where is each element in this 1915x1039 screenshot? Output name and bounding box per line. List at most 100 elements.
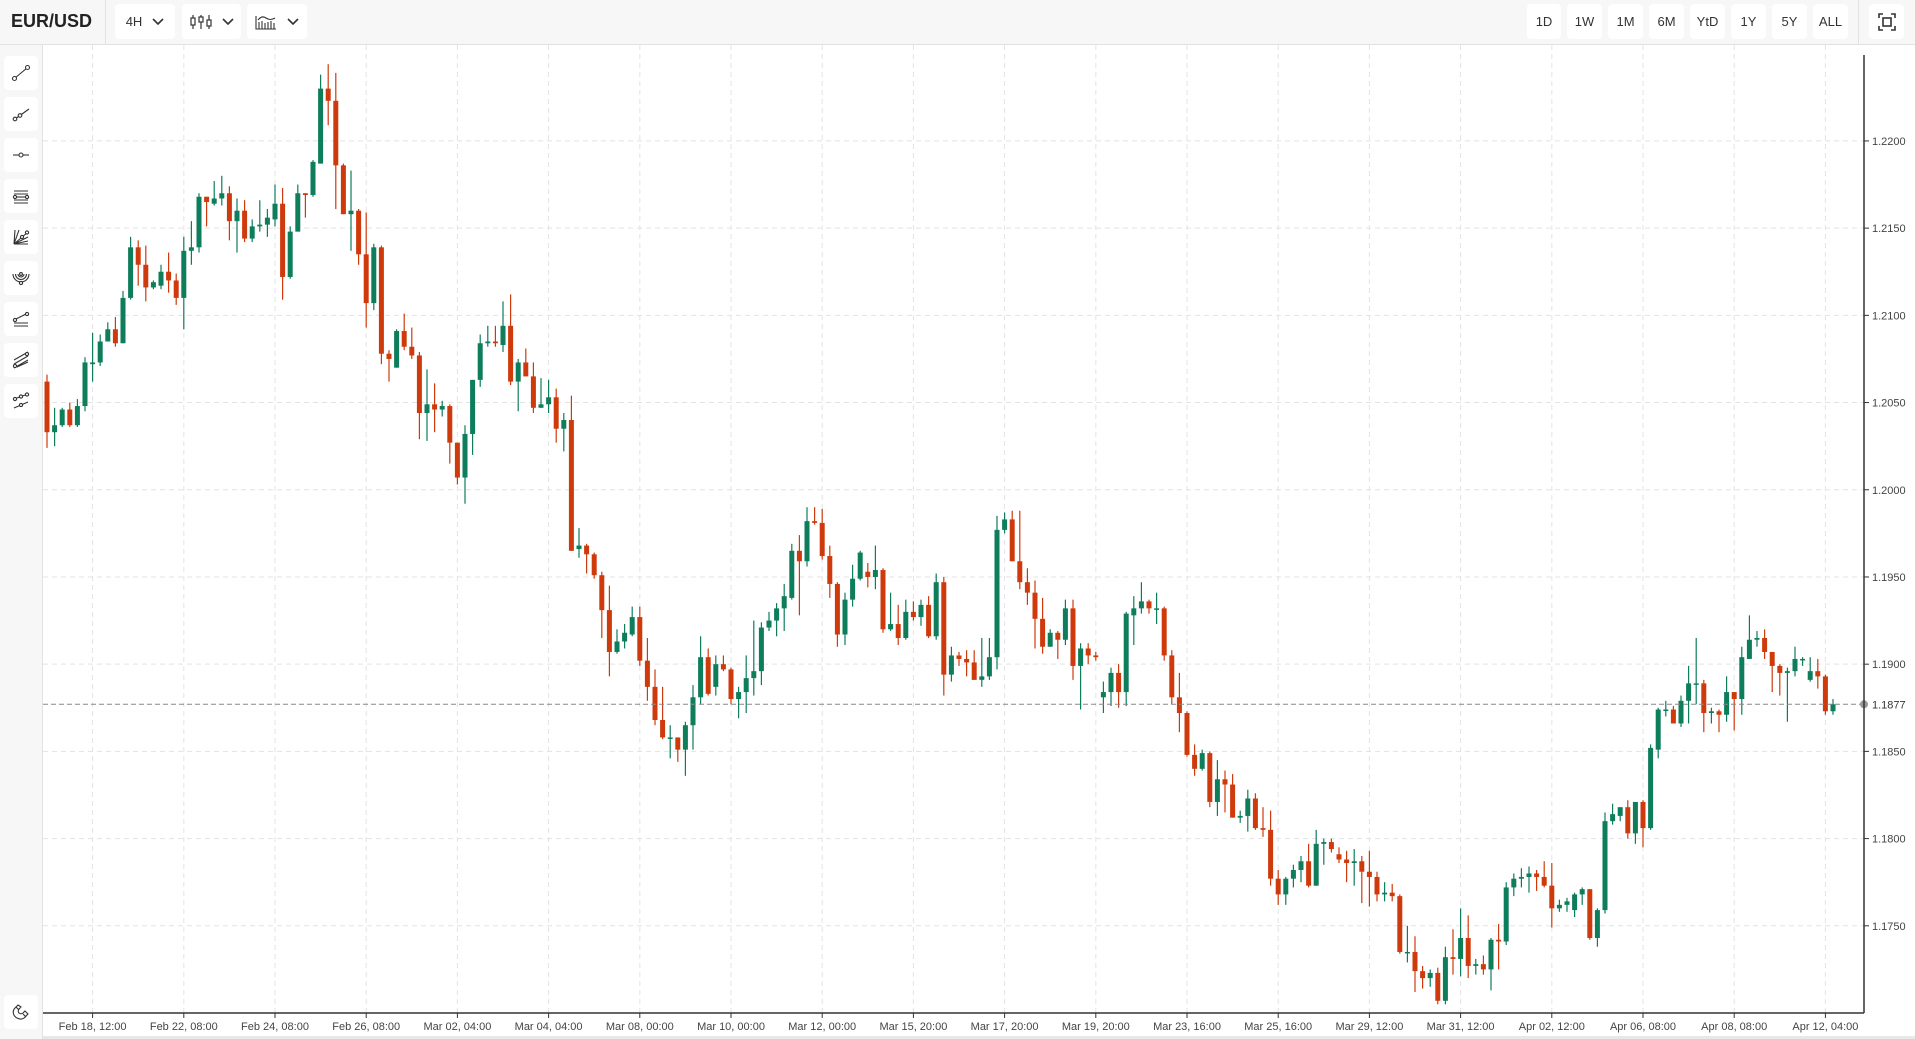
candle-down (1230, 774, 1236, 818)
candle-body (1762, 638, 1768, 652)
candle-body (500, 325, 506, 345)
price-chart[interactable]: 1.2200 1.2150 1.2100 1.2050 1.2000 1.1950 1.19… (0, 0, 1915, 1039)
candle-body (371, 247, 377, 304)
candle-body (1040, 618, 1046, 647)
candle-body (637, 617, 643, 661)
indicators-dropdown[interactable] (247, 4, 307, 39)
range-1y-button[interactable]: 1Y (1731, 4, 1766, 39)
tool-horizontal-line[interactable] (4, 138, 38, 172)
candle-body (660, 719, 666, 738)
candle-up (1290, 864, 1296, 888)
candle-up (1131, 596, 1137, 645)
candle-body (401, 331, 407, 347)
candle-up (1002, 512, 1008, 534)
tool-fib-arcs[interactable] (4, 261, 38, 295)
candle-body (1116, 672, 1122, 693)
x-tick-label: Mar 31, 12:00 (1427, 1021, 1495, 1033)
candle-body (1283, 878, 1289, 895)
candle-body (971, 662, 977, 680)
candle-body (606, 610, 612, 652)
tool-fib-fan[interactable] (4, 220, 38, 254)
y-tick-label: 1.1950 (1872, 572, 1906, 584)
candle-body (1123, 613, 1129, 693)
candle-body (1032, 592, 1038, 619)
candle-up (948, 646, 954, 682)
range-ytd-button[interactable]: YtD (1690, 4, 1725, 39)
candle-up (97, 334, 103, 366)
candle-body (1412, 951, 1418, 972)
candle-down (1017, 510, 1023, 590)
candle-up (1458, 908, 1464, 977)
candle-down (1359, 856, 1365, 904)
candle-body (903, 611, 909, 639)
candle-body (895, 624, 901, 639)
candle-down (827, 545, 833, 598)
tool-trend-line[interactable] (4, 56, 38, 90)
candle-down (599, 571, 605, 639)
candle-body (1800, 658, 1806, 661)
candle-body (834, 583, 840, 635)
candle-body (67, 409, 73, 426)
tool-multi-line[interactable] (4, 384, 38, 418)
tool-pitchfork[interactable] (4, 343, 38, 377)
candle-down (1465, 915, 1471, 979)
candle-up (979, 638, 985, 687)
fullscreen-button[interactable] (1869, 4, 1904, 39)
candle-body (584, 545, 590, 555)
range-1m-button[interactable]: 1M (1608, 4, 1643, 39)
range-5y-button[interactable]: 5Y (1772, 4, 1807, 39)
candle-body (1746, 639, 1752, 659)
tool-magnet[interactable] (4, 995, 38, 1029)
candle-down (1450, 929, 1456, 975)
candle-body (1731, 692, 1737, 700)
candle-down (652, 669, 658, 726)
candle-up (264, 208, 270, 237)
candle-down (143, 245, 149, 302)
candle-body (1716, 711, 1722, 715)
candle-body (1321, 842, 1327, 844)
candle-body (1617, 807, 1623, 816)
tool-ray[interactable] (4, 97, 38, 131)
chart-type-dropdown[interactable] (182, 4, 241, 39)
candle-body (926, 604, 932, 637)
interval-dropdown[interactable]: 4H (115, 4, 175, 39)
candle-body (872, 569, 878, 577)
candle-down (1420, 965, 1426, 989)
range-1w-button[interactable]: 1W (1567, 4, 1602, 39)
candle-body (1632, 801, 1638, 834)
candle-down (1009, 510, 1015, 562)
candle-body (1093, 655, 1099, 658)
candle-body (264, 217, 270, 225)
candle-body (1534, 873, 1540, 877)
candle-body (1131, 608, 1137, 616)
range-6m-button[interactable]: 6M (1649, 4, 1684, 39)
x-tick-label: Feb 26, 08:00 (332, 1021, 400, 1033)
candle-up (1100, 681, 1106, 714)
candle-body (766, 620, 772, 628)
tool-regression-channel[interactable] (4, 302, 38, 336)
candle-down (1328, 838, 1334, 853)
candle-body (1397, 896, 1403, 952)
candle-down (44, 374, 50, 448)
candle-down (333, 72, 339, 209)
range-1d-button[interactable]: 1D (1527, 4, 1561, 39)
candle-up (758, 622, 764, 686)
drawing-tools-sidebar (0, 45, 43, 1039)
candle-up (394, 329, 400, 368)
candle-body (1678, 700, 1684, 724)
candle-body (1268, 829, 1274, 879)
candle-up (1610, 803, 1616, 825)
tool-parallel-channel[interactable] (4, 179, 38, 213)
candle-up (1830, 699, 1836, 715)
fullscreen-icon (1877, 12, 1896, 31)
candle-up (90, 332, 96, 382)
candle-up (249, 219, 255, 243)
candle-body (568, 419, 574, 551)
candle-up (1154, 592, 1160, 625)
candles (44, 64, 1836, 1005)
range-all-button[interactable]: ALL (1813, 4, 1848, 39)
candle-up (1321, 838, 1327, 865)
candle-body (1389, 892, 1395, 897)
candle-down (1306, 843, 1312, 888)
candle-body (1306, 861, 1312, 886)
